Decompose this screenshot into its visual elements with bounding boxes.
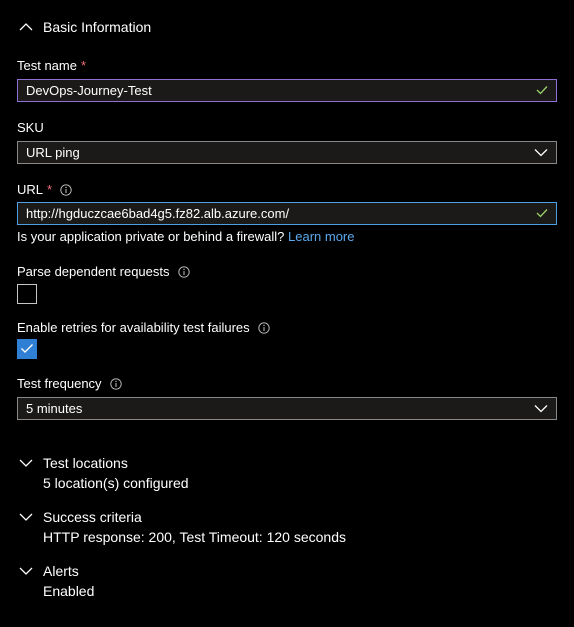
sku-select[interactable]: URL ping	[17, 141, 557, 164]
parse-dependent-label: Parse dependent requests	[17, 264, 190, 279]
test-name-label-text: Test name	[17, 58, 77, 73]
test-locations-header[interactable]: Test locations	[19, 455, 128, 471]
required-marker: *	[47, 182, 53, 197]
enable-retries-label-text: Enable retries for availability test fai…	[17, 320, 250, 335]
parse-dependent-checkbox[interactable]	[17, 284, 37, 304]
success-criteria-summary: HTTP response: 200, Test Timeout: 120 se…	[43, 529, 346, 545]
success-criteria-title: Success criteria	[43, 509, 142, 525]
sku-label-text: SKU	[17, 120, 44, 135]
alerts-summary: Enabled	[43, 583, 95, 599]
enable-retries-label: Enable retries for availability test fai…	[17, 320, 270, 335]
info-icon[interactable]	[177, 265, 190, 278]
valid-check-icon	[536, 83, 548, 98]
required-marker: *	[80, 58, 87, 73]
sku-label: SKU	[17, 120, 44, 135]
basic-information-title: Basic Information	[43, 19, 152, 35]
test-frequency-select[interactable]: 5 minutes	[17, 397, 557, 420]
test-locations-title: Test locations	[43, 455, 128, 471]
success-criteria-header[interactable]: Success criteria	[19, 509, 142, 525]
checkmark-icon	[20, 342, 34, 357]
valid-check-icon	[536, 206, 548, 221]
url-label: URL *	[17, 182, 72, 197]
test-name-input[interactable]: DevOps-Journey-Test	[17, 79, 557, 102]
test-name-label: Test name *	[17, 58, 86, 73]
info-icon[interactable]	[109, 377, 122, 390]
alerts-title: Alerts	[43, 563, 79, 579]
chevron-up-icon	[19, 20, 33, 34]
chevron-down-icon	[534, 145, 548, 160]
firewall-helper: Is your application private or behind a …	[17, 229, 354, 244]
sku-value: URL ping	[26, 145, 80, 160]
test-name-value: DevOps-Journey-Test	[26, 83, 152, 98]
test-frequency-value: 5 minutes	[26, 401, 83, 416]
chevron-down-icon	[19, 456, 33, 470]
url-value: http://hgduczcae6bad4g5.fz82.alb.azure.c…	[26, 206, 290, 221]
chevron-down-icon	[19, 564, 33, 578]
url-label-text: URL	[17, 182, 44, 197]
chevron-down-icon	[534, 401, 548, 416]
url-input[interactable]: http://hgduczcae6bad4g5.fz82.alb.azure.c…	[17, 202, 557, 225]
test-locations-summary: 5 location(s) configured	[43, 475, 189, 491]
info-icon[interactable]	[258, 321, 270, 334]
test-frequency-label: Test frequency	[17, 376, 122, 391]
learn-more-link[interactable]: Learn more	[288, 229, 354, 244]
basic-information-header[interactable]: Basic Information	[19, 19, 151, 35]
alerts-header[interactable]: Alerts	[19, 563, 79, 579]
parse-dependent-label-text: Parse dependent requests	[17, 264, 170, 279]
chevron-down-icon	[19, 510, 33, 524]
test-frequency-label-text: Test frequency	[17, 376, 102, 391]
info-icon[interactable]	[60, 183, 72, 196]
enable-retries-checkbox[interactable]	[17, 339, 37, 359]
firewall-text: Is your application private or behind a …	[17, 229, 285, 244]
